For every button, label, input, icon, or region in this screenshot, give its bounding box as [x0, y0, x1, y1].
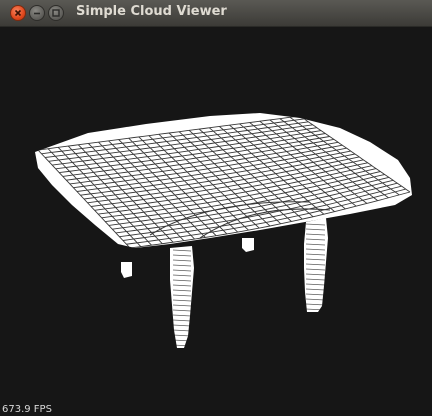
maximize-button[interactable] — [48, 5, 64, 21]
point-cloud-viewport[interactable]: 673.9 FPS — [0, 27, 432, 416]
fps-counter: 673.9 FPS — [2, 404, 52, 415]
maximize-icon — [52, 9, 60, 17]
close-icon — [14, 9, 22, 17]
minimize-button[interactable] — [29, 5, 45, 21]
title-bar[interactable]: Simple Cloud Viewer — [0, 0, 432, 27]
tabletop — [35, 113, 412, 248]
window-title: Simple Cloud Viewer — [76, 4, 227, 19]
app-window: Simple Cloud Viewer 673.9 FPS — [0, 0, 432, 416]
close-button[interactable] — [10, 5, 26, 21]
point-cloud-render — [35, 113, 412, 348]
minimize-icon — [34, 12, 40, 15]
